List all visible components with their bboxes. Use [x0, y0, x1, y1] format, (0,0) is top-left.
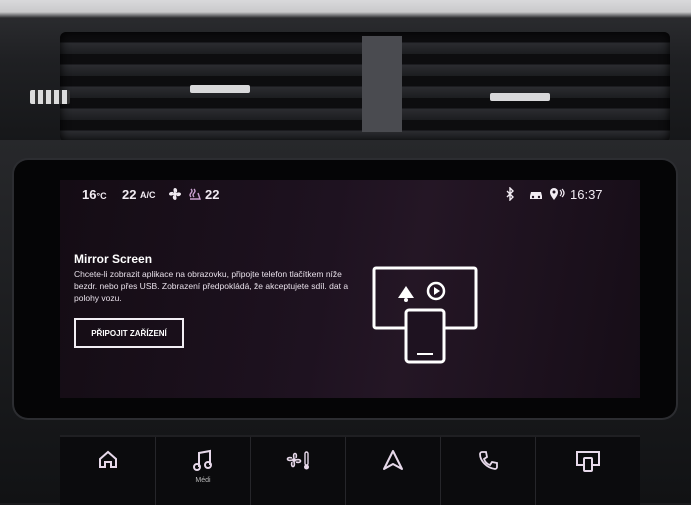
car-icon	[528, 187, 544, 204]
side-control	[30, 90, 70, 104]
page-title: Mirror Screen	[74, 252, 153, 266]
climate-icon	[286, 451, 309, 470]
climate-button[interactable]	[250, 437, 345, 505]
dashboard-top	[0, 0, 691, 150]
ac-label[interactable]: A/C	[140, 190, 156, 200]
navigation-arrow-icon	[383, 450, 403, 470]
infotainment-screen: 16°C 22 A/C 22 16:37 Mirror Screen Chcet…	[60, 180, 640, 398]
mirror-screen-button[interactable]	[535, 437, 640, 505]
bluetooth-icon	[505, 186, 515, 204]
status-bar: 16°C 22 A/C 22 16:37	[60, 180, 640, 208]
clock: 16:37	[570, 187, 603, 202]
description-text: Chcete-li zobrazit aplikace na obrazovku…	[74, 269, 349, 303]
music-note-icon	[193, 449, 212, 471]
fan-speed[interactable]: 22	[122, 187, 136, 202]
media-button[interactable]: Médi	[155, 437, 250, 505]
phone-icon	[479, 451, 498, 470]
home-button[interactable]	[60, 437, 155, 505]
mirror-screen-illustration	[372, 266, 478, 364]
media-label: Médi	[195, 477, 211, 484]
temp-right[interactable]: 22	[205, 187, 219, 202]
fan-icon	[168, 187, 182, 204]
connect-device-button[interactable]: PŘIPOJIT ZAŘÍZENÍ	[74, 318, 184, 348]
location-icon	[548, 187, 566, 204]
vent-tab-left[interactable]	[190, 85, 250, 93]
phone-button[interactable]	[440, 437, 535, 505]
navigation-button[interactable]	[345, 437, 440, 505]
seat-heat-icon	[188, 187, 202, 204]
vent-divider	[362, 36, 402, 132]
temp-left[interactable]: 16°C	[82, 187, 107, 202]
mirror-screen-icon	[576, 451, 600, 472]
vent-tab-right[interactable]	[490, 93, 550, 101]
home-icon	[98, 450, 117, 468]
bottom-touch-bar: Médi	[60, 435, 640, 505]
